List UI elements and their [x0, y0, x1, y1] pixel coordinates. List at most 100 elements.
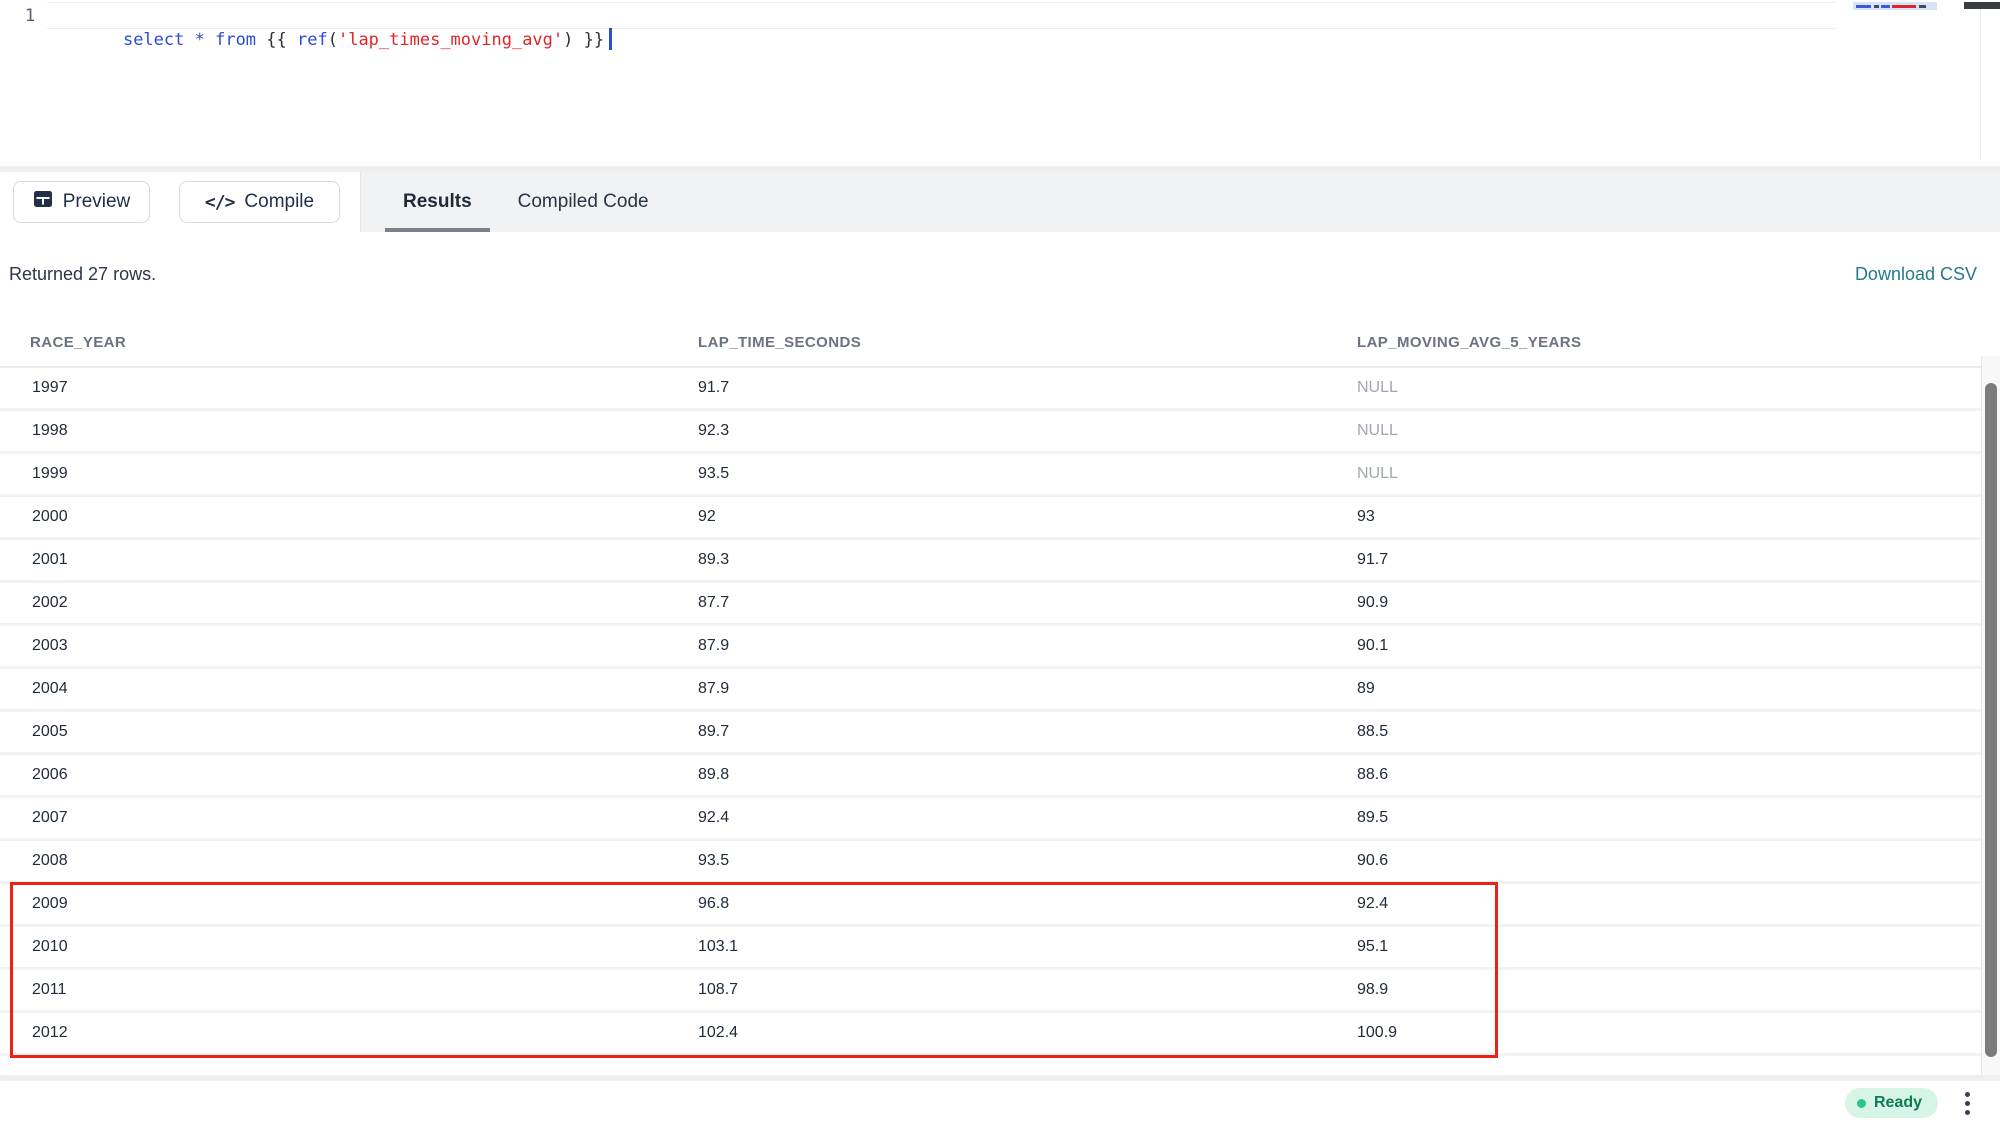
tab-results-label: Results — [403, 191, 472, 213]
table-row: 200287.790.9 — [0, 583, 1981, 626]
code-editor[interactable]: 1 select * from {{ ref('lap_times_moving… — [0, 0, 2000, 166]
table-cell: 2002 — [32, 594, 698, 612]
code-token: ( — [328, 30, 338, 50]
table-cell: NULL — [1357, 465, 1981, 483]
compile-button[interactable]: </> Compile — [179, 181, 340, 223]
table-cell: NULL — [1357, 379, 1981, 397]
table-cell: 2004 — [32, 680, 698, 698]
table-row: 2010103.195.1 — [0, 927, 1981, 970]
table-cell: 89.7 — [698, 723, 1357, 741]
table-grid-icon — [33, 189, 53, 215]
code-token: {{ — [266, 30, 297, 50]
table-cell: 91.7 — [698, 379, 1357, 397]
table-cell: 92.4 — [698, 809, 1357, 827]
column-header-race-year: RACE_YEAR — [30, 334, 698, 351]
code-token: }} — [584, 30, 604, 50]
table-cell: 2006 — [32, 766, 698, 784]
table-cell: 2012 — [32, 1024, 698, 1042]
table-cell: 100.9 — [1357, 1024, 1981, 1042]
table-row: 200487.989 — [0, 669, 1981, 712]
table-cell: 90.1 — [1357, 637, 1981, 655]
editor-minimap[interactable] — [1853, 2, 1937, 10]
table-cell: 88.5 — [1357, 723, 1981, 741]
table-cell: 90.6 — [1357, 852, 1981, 870]
code-tokens: select * from {{ ref('lap_times_moving_a… — [123, 30, 604, 50]
table-cell: 91.7 — [1357, 551, 1981, 569]
results-pane: Returned 27 rows. Download CSV RACE_YEAR… — [0, 232, 2000, 1075]
editor-scrollbar-horizontal[interactable] — [1964, 2, 2000, 9]
table-cell: 92.4 — [1357, 895, 1981, 913]
table-row: 200689.888.6 — [0, 755, 1981, 798]
table-cell: 88.6 — [1357, 766, 1981, 784]
tab-compiled-code-label: Compiled Code — [518, 191, 649, 213]
preview-button-label: Preview — [63, 191, 131, 213]
table-cell: 98.9 — [1357, 981, 1981, 999]
table-cell: 87.9 — [698, 680, 1357, 698]
tab-compiled-code[interactable]: Compiled Code — [500, 172, 667, 232]
compile-button-label: Compile — [244, 191, 314, 213]
table-cell: 2010 — [32, 938, 698, 956]
status-badge: Ready — [1845, 1088, 1938, 1118]
table-row: 199993.5NULL — [0, 454, 1981, 497]
line-number: 1 — [0, 4, 60, 28]
table-cell: 2001 — [32, 551, 698, 569]
code-token: from — [215, 30, 266, 50]
table-row: 200387.990.1 — [0, 626, 1981, 669]
kebab-menu-icon[interactable] — [1960, 1090, 1974, 1116]
table-row: 200792.489.5 — [0, 798, 1981, 841]
table-cell: NULL — [1357, 422, 1981, 440]
status-badge-label: Ready — [1874, 1094, 1922, 1112]
table-cell: 2003 — [32, 637, 698, 655]
table-cell: 93.5 — [698, 852, 1357, 870]
table-cell: 89.8 — [698, 766, 1357, 784]
results-scrollbar-thumb[interactable] — [1985, 383, 1997, 1057]
table-cell: 108.7 — [698, 981, 1357, 999]
table-cell: 2005 — [32, 723, 698, 741]
table-cell: 1999 — [32, 465, 698, 483]
code-token: * — [195, 30, 215, 50]
code-token: select — [123, 30, 195, 50]
table-cell: 1998 — [32, 422, 698, 440]
results-scrollbar-track[interactable] — [1981, 356, 2000, 1075]
table-cell: 87.9 — [698, 637, 1357, 655]
editor-scrollbar-track-edge — [1980, 9, 1981, 159]
table-cell: 102.4 — [698, 1024, 1357, 1042]
table-cell: 92.3 — [698, 422, 1357, 440]
status-bar: Ready — [0, 1081, 2000, 1124]
table-row: 200893.590.6 — [0, 841, 1981, 884]
code-token: 'lap_times_moving_avg' — [338, 30, 563, 50]
table-cell: 89.5 — [1357, 809, 1981, 827]
table-cell: 2007 — [32, 809, 698, 827]
table-cell: 103.1 — [698, 938, 1357, 956]
table-cell: 89 — [1357, 680, 1981, 698]
table-cell: 93.5 — [698, 465, 1357, 483]
table-cell: 1997 — [32, 379, 698, 397]
table-cell: 2009 — [32, 895, 698, 913]
table-cell: 87.7 — [698, 594, 1357, 612]
table-cell: 92 — [698, 508, 1357, 526]
table-row: 2012102.4100.9 — [0, 1013, 1981, 1056]
table-cell: 2011 — [32, 981, 698, 999]
table-row: 200189.391.7 — [0, 540, 1981, 583]
status-dot-icon — [1857, 1099, 1866, 1108]
download-csv-link[interactable]: Download CSV — [1855, 264, 1977, 285]
results-tabs: Results Compiled Code — [385, 172, 667, 232]
table-cell: 96.8 — [698, 895, 1357, 913]
table-cell: 89.3 — [698, 551, 1357, 569]
table-row: 20009293 — [0, 497, 1981, 540]
table-row: 200589.788.5 — [0, 712, 1981, 755]
column-header-lap-time: LAP_TIME_SECONDS — [698, 334, 1357, 351]
text-cursor — [609, 28, 612, 50]
code-token: ref — [297, 30, 328, 50]
table-row: 199791.7NULL — [0, 368, 1981, 411]
tab-results[interactable]: Results — [385, 172, 490, 232]
table-body: 199791.7NULL199892.3NULL199993.5NULL2000… — [0, 368, 1981, 1056]
table-cell: 93 — [1357, 508, 1981, 526]
column-header-moving-avg: LAP_MOVING_AVG_5_YEARS — [1357, 334, 1981, 351]
code-line[interactable]: select * from {{ ref('lap_times_moving_a… — [82, 4, 612, 28]
code-token: ) — [563, 30, 583, 50]
table-row: 199892.3NULL — [0, 411, 1981, 454]
preview-button[interactable]: Preview — [13, 181, 150, 223]
table-row: 200996.892.4 — [0, 884, 1981, 927]
table-cell: 95.1 — [1357, 938, 1981, 956]
